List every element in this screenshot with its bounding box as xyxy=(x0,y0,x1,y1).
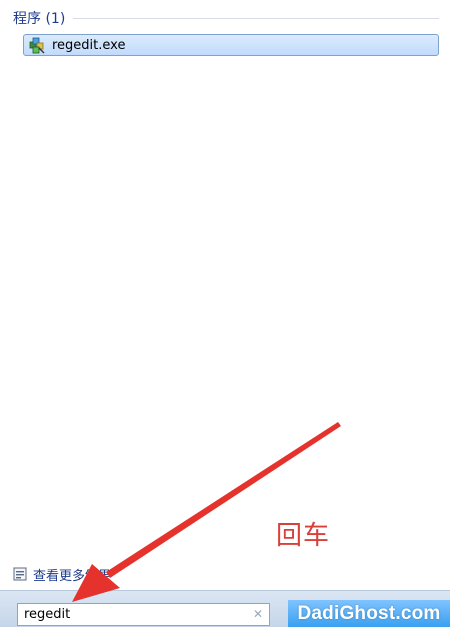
site-watermark: DadiGhost.com xyxy=(288,600,450,627)
section-divider xyxy=(73,17,439,19)
clear-icon[interactable]: ✕ xyxy=(253,607,263,621)
watermark-text: DadiGhost.com xyxy=(297,602,441,624)
registry-editor-icon xyxy=(29,37,45,53)
start-menu-search-panel: 程序 (1) regedit.exe 查看更多结果 ✕ DadiGhost.co… xyxy=(0,0,450,627)
search-box[interactable]: ✕ xyxy=(17,603,270,626)
annotation-arrow xyxy=(72,422,341,602)
search-input[interactable] xyxy=(18,604,250,625)
see-more-label: 查看更多结果 xyxy=(33,568,112,584)
annotation-enter-label: 回车 xyxy=(276,521,331,551)
section-title: 程序 (1) xyxy=(13,11,66,27)
result-item-label: regedit.exe xyxy=(52,37,126,53)
result-item-regedit[interactable]: regedit.exe xyxy=(23,34,439,56)
see-more-results-link[interactable]: 查看更多结果 xyxy=(13,565,112,584)
programs-section-header: 程序 (1) xyxy=(13,8,439,28)
search-results-icon xyxy=(13,567,27,581)
